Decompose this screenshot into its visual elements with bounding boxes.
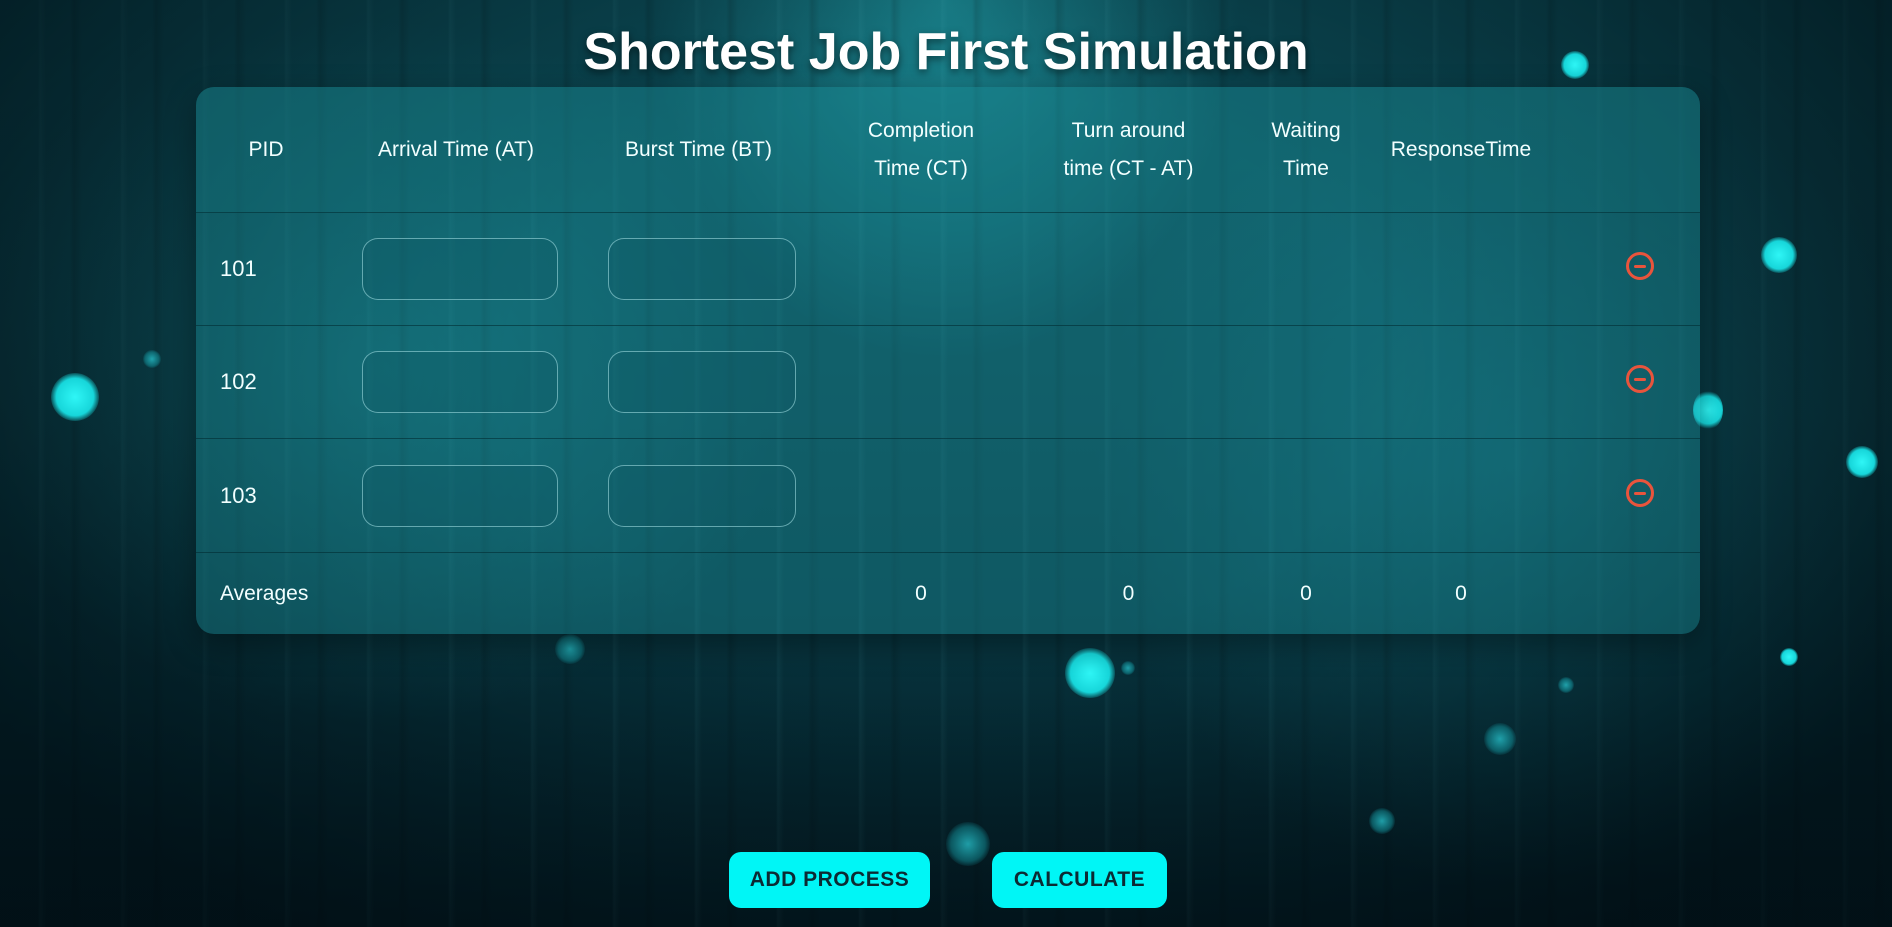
burst-time-input[interactable] <box>608 465 796 527</box>
header-response-time: ResponseTime <box>1390 137 1532 161</box>
bokeh-orb <box>555 634 585 664</box>
arrival-time-input[interactable] <box>362 351 558 413</box>
header-pid: PID <box>248 137 284 161</box>
header-waiting-line-2: Time <box>1283 156 1329 180</box>
header-turnaround-line-2: time (CT - AT) <box>1063 156 1194 180</box>
bokeh-orb <box>1846 446 1878 478</box>
header-burst-time: Burst Time (BT) <box>624 137 772 161</box>
averages-row: Averages 0 0 0 0 <box>196 554 1700 634</box>
remove-process-icon[interactable] <box>1626 479 1654 507</box>
bokeh-orb <box>1780 648 1798 666</box>
remove-process-icon[interactable] <box>1626 365 1654 393</box>
average-completion-time: 0 <box>915 582 927 605</box>
header-turnaround-time: Turn around time (CT - AT) <box>1021 87 1236 212</box>
arrival-time-input[interactable] <box>362 238 558 300</box>
header-completion-line-2: Time (CT) <box>874 156 968 180</box>
header-waiting-line-1: Waiting <box>1271 118 1341 142</box>
process-id: 103 <box>220 483 257 508</box>
header-arrival-time: Arrival Time (AT) <box>378 137 534 161</box>
average-turnaround-time: 0 <box>1122 582 1135 605</box>
page-title: Shortest Job First Simulation <box>583 23 1309 81</box>
bokeh-orb <box>1558 677 1574 693</box>
add-process-button[interactable]: ADD PROCESS <box>729 852 930 908</box>
header-waiting-time: Waiting Time <box>1236 87 1376 212</box>
bokeh-orb <box>1065 648 1115 698</box>
average-response-time: 0 <box>1455 582 1467 605</box>
bokeh-orb <box>143 350 161 368</box>
burst-time-input[interactable] <box>608 238 796 300</box>
bokeh-orb <box>946 822 990 866</box>
header-turnaround-line-1: Turn around <box>1071 118 1186 142</box>
bokeh-orb <box>1484 723 1516 755</box>
bokeh-orb <box>1761 237 1797 273</box>
process-table: PID Arrival Time (AT) Burst Time (BT) Co… <box>196 87 1700 634</box>
header-completion-line-1: Completion <box>867 118 975 142</box>
bokeh-orb <box>1121 661 1135 675</box>
remove-process-icon[interactable] <box>1626 252 1654 280</box>
table-row: 102 <box>196 326 1700 439</box>
calculate-button[interactable]: CALCULATE <box>992 852 1167 908</box>
table-row: 103 <box>196 440 1700 553</box>
bokeh-orb <box>51 373 99 421</box>
average-waiting-time: 0 <box>1300 582 1312 605</box>
arrival-time-input[interactable] <box>362 465 558 527</box>
process-id: 101 <box>220 256 257 281</box>
process-id: 102 <box>220 369 257 394</box>
table-row: 101 <box>196 213 1700 326</box>
averages-label: Averages <box>220 582 309 605</box>
bokeh-orb <box>1369 808 1395 834</box>
burst-time-input[interactable] <box>608 351 796 413</box>
header-completion-time: Completion Time (CT) <box>821 87 1021 212</box>
table-header-row: PID Arrival Time (AT) Burst Time (BT) Co… <box>196 87 1700 213</box>
